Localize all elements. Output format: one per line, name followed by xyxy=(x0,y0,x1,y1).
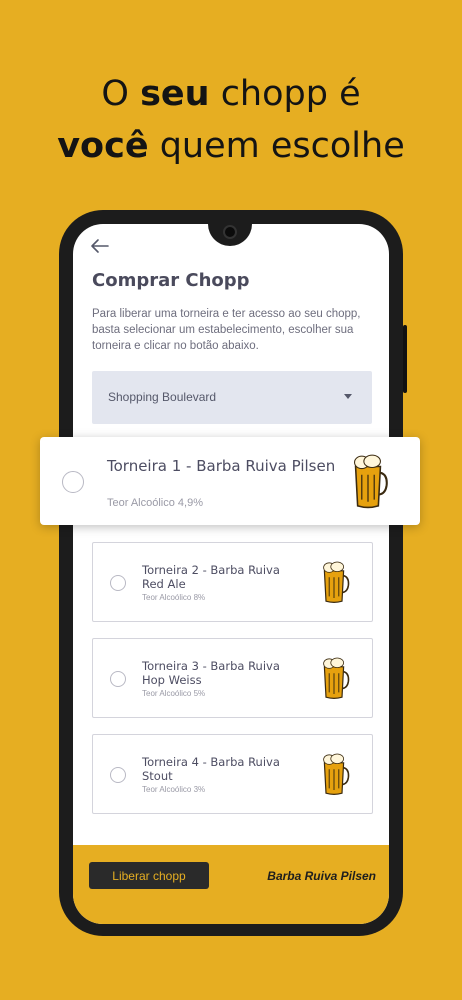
tap-abv: Teor Alcoólico 8% xyxy=(142,593,206,602)
headline-text: O xyxy=(101,74,141,114)
chevron-down-icon xyxy=(344,394,352,399)
radio-icon[interactable] xyxy=(110,767,126,783)
tap-abv: Teor Alcoólico 4,9% xyxy=(107,497,203,509)
tap-abv: Teor Alcoólico 3% xyxy=(142,785,206,794)
headline: O seu chopp é você quem escolhe xyxy=(0,68,462,172)
tap-abv: Teor Alcoólico 5% xyxy=(142,689,206,698)
tap-card-selected[interactable]: Torneira 1 - Barba Ruiva Pilsen Teor Alc… xyxy=(40,437,420,525)
tap-card[interactable]: Torneira 4 - Barba Ruiva Stout Teor Alco… xyxy=(92,734,373,814)
headline-line-2: você quem escolhe xyxy=(0,120,462,172)
radio-icon[interactable] xyxy=(110,575,126,591)
beer-mug-icon xyxy=(323,561,350,603)
page-title: Comprar Chopp xyxy=(92,270,250,291)
headline-bold: seu xyxy=(140,74,210,114)
headline-bold: você xyxy=(57,126,149,166)
tap-name: Torneira 2 - Barba Ruiva Red Ale xyxy=(142,563,280,591)
radio-icon[interactable] xyxy=(110,671,126,687)
tap-name: Torneira 4 - Barba Ruiva Stout xyxy=(142,755,280,783)
radio-icon[interactable] xyxy=(62,471,84,493)
tap-card[interactable]: Torneira 2 - Barba Ruiva Red Ale Teor Al… xyxy=(92,542,373,622)
selected-beer-label: Barba Ruiva Pilsen xyxy=(267,869,376,883)
tap-name: Torneira 3 - Barba Ruiva Hop Weiss xyxy=(142,659,280,687)
beer-mug-icon xyxy=(323,657,350,699)
release-chopp-button[interactable]: Liberar chopp xyxy=(89,862,209,889)
back-arrow-icon[interactable] xyxy=(90,238,110,254)
establishment-select[interactable]: Shopping Boulevard xyxy=(92,371,372,424)
beer-mug-icon xyxy=(354,454,388,509)
tap-name: Torneira 1 - Barba Ruiva Pilsen xyxy=(107,457,336,475)
headline-text: quem escolhe xyxy=(148,126,405,166)
tap-card[interactable]: Torneira 3 - Barba Ruiva Hop Weiss Teor … xyxy=(92,638,373,718)
headline-line-1: O seu chopp é xyxy=(0,68,462,120)
beer-mug-icon xyxy=(323,753,350,795)
establishment-select-value: Shopping Boulevard xyxy=(108,390,217,404)
page-description: Para liberar uma torneira e ter acesso a… xyxy=(92,308,361,352)
camera-icon xyxy=(223,225,237,239)
side-button xyxy=(403,325,407,393)
headline-text: chopp é xyxy=(209,74,361,114)
